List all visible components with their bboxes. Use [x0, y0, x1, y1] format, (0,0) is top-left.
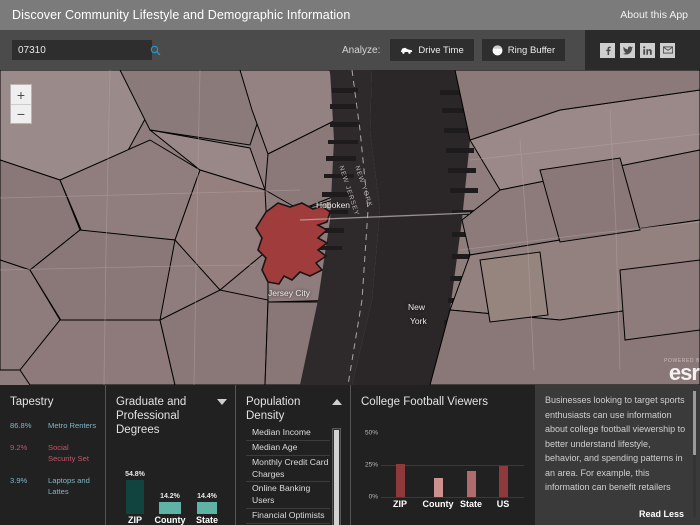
- page-title: Discover Community Lifestyle and Demogra…: [12, 8, 351, 22]
- linkedin-icon[interactable]: [640, 42, 655, 58]
- map-geometry: [0, 70, 700, 385]
- tapestry-percent: 9.2%: [10, 443, 28, 453]
- car-icon: [400, 45, 413, 55]
- read-less-link[interactable]: Read Less: [639, 509, 684, 519]
- bar-zip: [126, 480, 144, 514]
- gridline-50: 50%: [365, 430, 524, 437]
- tapestry-row[interactable]: 9.2% Social Security Set: [10, 442, 97, 464]
- graduate-title: Graduate and Professional Degrees: [116, 396, 187, 437]
- y-tick-25: 25%: [364, 461, 378, 469]
- dashboard: Tapestry 86.8% Metro Renters 9.2% Social…: [0, 385, 700, 525]
- tapestry-name: Laptops and Lattes: [48, 476, 90, 497]
- search-icon[interactable]: [150, 45, 161, 56]
- scrollbar-thumb[interactable]: [334, 430, 339, 525]
- list-scrollbar[interactable]: [332, 428, 341, 525]
- drive-time-label: Drive Time: [418, 44, 464, 56]
- search-box[interactable]: [12, 40, 161, 60]
- college-football-title: College Football Viewers: [361, 396, 488, 408]
- tapestry-percent: 86.8%: [10, 421, 32, 431]
- college-football-bar-chart: 0% 25% 50% ZIP County State US: [359, 417, 524, 513]
- bar-county: [433, 478, 443, 497]
- app-root: Discover Community Lifestyle and Demogra…: [0, 0, 700, 525]
- info-scrollbar[interactable]: [693, 391, 696, 517]
- email-icon[interactable]: [660, 42, 675, 58]
- bar-label-state: State: [195, 515, 218, 525]
- tapestry-row[interactable]: 3.9% Laptops and Lattes: [10, 475, 97, 497]
- panel-college-football: College Football Viewers 0% 25% 50% ZIP: [350, 385, 535, 525]
- tapestry-name: Social Security Set: [48, 443, 89, 464]
- zoom-in-button[interactable]: +: [11, 85, 31, 104]
- gridline-0: 0%: [369, 494, 524, 501]
- analyze-group: Analyze: Drive Time Ring Buffer: [342, 30, 566, 70]
- bar-group-zip[interactable]: ZIP: [387, 464, 413, 509]
- list-item[interactable]: Online Banking Users: [246, 482, 330, 510]
- panel-population-density: Population Density Median Income Median …: [235, 385, 350, 525]
- scrollbar-thumb[interactable]: [693, 391, 696, 455]
- y-tick-0: 0%: [368, 493, 378, 501]
- bar-state: [197, 502, 217, 514]
- facebook-icon[interactable]: [600, 42, 615, 58]
- twitter-icon[interactable]: [620, 42, 635, 58]
- panel-tapestry: Tapestry 86.8% Metro Renters 9.2% Social…: [0, 385, 105, 525]
- zoom-out-button[interactable]: −: [11, 104, 31, 123]
- bar-group-county[interactable]: County: [421, 478, 455, 509]
- panel-graduate-degrees: Graduate and Professional Degrees 54.8% …: [105, 385, 235, 525]
- analyze-label: Analyze:: [342, 44, 381, 56]
- panel-info: Businesses looking to target sports enth…: [535, 385, 700, 525]
- list-item[interactable]: Median Income: [246, 426, 330, 441]
- about-this-app-link[interactable]: About this App: [620, 9, 688, 21]
- bar-label-zip: ZIP: [127, 515, 142, 525]
- ring-buffer-button[interactable]: Ring Buffer: [481, 39, 566, 61]
- circle-icon: [492, 44, 503, 56]
- ring-buffer-label: Ring Buffer: [507, 44, 556, 56]
- chevron-up-icon[interactable]: [332, 399, 342, 405]
- bar-value-county: 14.2%: [160, 493, 180, 500]
- bar-label-county: County: [154, 515, 186, 525]
- bar-group-us[interactable]: US: [491, 466, 515, 509]
- drive-time-button[interactable]: Drive Time: [390, 39, 474, 61]
- bar-state: [466, 471, 476, 497]
- tapestry-percent: 3.9%: [10, 476, 28, 486]
- list-item[interactable]: Monthly Credit Card Charges: [246, 456, 330, 483]
- population-density-header: Population Density: [246, 395, 342, 423]
- y-tick-50: 50%: [364, 429, 378, 437]
- tapestry-name: Metro Renters: [48, 421, 97, 431]
- bar-zip: [395, 464, 405, 497]
- tapestry-title: Tapestry: [10, 396, 54, 408]
- bar-group-state[interactable]: State: [457, 471, 485, 509]
- tapestry-row[interactable]: 86.8% Metro Renters: [10, 420, 97, 431]
- population-density-list[interactable]: Median Income Median Age Monthly Credit …: [246, 426, 342, 525]
- app-header: Discover Community Lifestyle and Demogra…: [0, 0, 700, 30]
- bar-label-zip: ZIP: [392, 499, 407, 509]
- map-zoom-control: + −: [10, 84, 32, 124]
- population-density-title: Population Density: [246, 396, 301, 423]
- chevron-down-icon[interactable]: [217, 399, 227, 405]
- list-item[interactable]: Financial Optimists: [246, 509, 330, 525]
- bar-value-zip: 54.8%: [125, 471, 145, 478]
- bar-label-us: US: [496, 499, 510, 509]
- bar-label-county: County: [422, 499, 454, 509]
- map-canvas[interactable]: + − Hoboken Jersey City New York NEW JER…: [0, 70, 700, 385]
- bar-group-county[interactable]: 14.2% County: [150, 493, 190, 525]
- bar-county: [159, 502, 181, 514]
- bar-label-state: State: [459, 499, 482, 509]
- bar-group-zip[interactable]: 54.8% ZIP: [118, 471, 152, 525]
- graduate-bar-chart: 54.8% ZIP 14.2% County 14.4% State: [118, 465, 228, 525]
- toolbar: Analyze: Drive Time: [0, 30, 585, 70]
- search-input[interactable]: [12, 44, 150, 56]
- bar-us: [498, 466, 508, 497]
- social-share-group: [600, 30, 700, 70]
- highlighted-zip-polygon: [255, 202, 331, 285]
- bar-group-state[interactable]: 14.4% State: [190, 493, 224, 525]
- bar-value-state: 14.4%: [197, 493, 217, 500]
- list-item[interactable]: Median Age: [246, 441, 330, 456]
- info-description: Businesses looking to target sports enth…: [545, 395, 686, 493]
- graduate-header: Graduate and Professional Degrees: [116, 395, 227, 437]
